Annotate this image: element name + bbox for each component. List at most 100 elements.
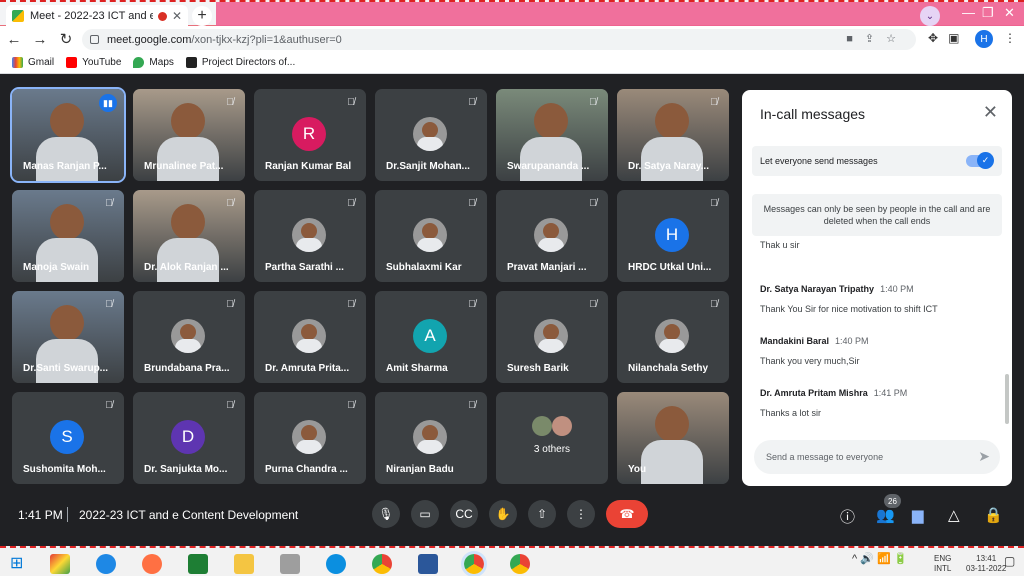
participant-tile[interactable]: A Amit Sharma 🎙̸ bbox=[375, 291, 487, 383]
participant-tile[interactable]: Mrunalinee Pat... 🎙̸ bbox=[133, 89, 245, 181]
chat-message: Mandakini Baral 1:40 PM Thank you very mu… bbox=[760, 331, 1000, 366]
chat-scrollbar[interactable] bbox=[1005, 374, 1009, 424]
participant-tile[interactable]: Swarupananda ... 🎙̸ bbox=[496, 89, 608, 181]
minimize-icon[interactable]: — bbox=[962, 5, 975, 20]
new-tab-button[interactable]: + bbox=[192, 6, 212, 26]
participant-name: Dr. Sanjukta Mo... bbox=[144, 464, 228, 475]
tab-search-icon[interactable]: ⌄ bbox=[920, 6, 940, 26]
participant-tile[interactable]: You bbox=[617, 392, 729, 484]
tray-icons[interactable]: ^ 🔊 📶 🔋 bbox=[852, 554, 907, 565]
camera-icon: ▭ bbox=[419, 507, 431, 521]
avatar bbox=[413, 218, 447, 252]
sidepanel-icon[interactable]: ▣ bbox=[948, 31, 969, 45]
edge-icon[interactable] bbox=[326, 554, 346, 574]
extensions-icon[interactable]: ✥ bbox=[928, 31, 948, 45]
hand-icon: ✋ bbox=[495, 507, 511, 521]
activities-icon[interactable]: △ bbox=[948, 506, 960, 524]
meeting-info-icon[interactable]: ⓘ bbox=[840, 506, 855, 527]
bookmark-gmail[interactable]: Gmail bbox=[12, 57, 54, 68]
close-window-icon[interactable]: ✕ bbox=[1004, 5, 1015, 21]
participant-tile[interactable]: Subhalaxmi Kar 🎙̸ bbox=[375, 190, 487, 282]
face-silhouette bbox=[171, 204, 205, 240]
share-icon[interactable]: ⇪ bbox=[865, 33, 886, 45]
participant-tile[interactable]: Dr.Sanjit Mohan... 🎙̸ bbox=[375, 89, 487, 181]
bookmark-label: Project Directors of... bbox=[201, 57, 296, 68]
notifications-icon[interactable]: ▢ bbox=[1004, 554, 1015, 568]
participant-tile[interactable]: Suresh Barik 🎙̸ bbox=[496, 291, 608, 383]
avatar bbox=[534, 319, 568, 353]
bookmark-star-icon[interactable]: ☆ bbox=[886, 33, 908, 45]
mic-button[interactable]: 🎙 bbox=[372, 500, 400, 528]
input-language[interactable]: ENG INTL bbox=[934, 554, 951, 574]
mic-off-icon: 🎙̸ bbox=[589, 197, 597, 209]
speaking-indicator-icon: ▮▮ bbox=[99, 94, 117, 112]
participant-tile[interactable]: Dr.Santi Swarup... 🎙̸ bbox=[12, 291, 124, 383]
more-options-button[interactable]: ⋮ bbox=[567, 500, 595, 528]
menu-icon[interactable]: ⋮ bbox=[1004, 31, 1016, 45]
maps-icon bbox=[133, 57, 145, 68]
participant-tile[interactable]: Brundabana Pra... 🎙̸ bbox=[133, 291, 245, 383]
excel-icon[interactable] bbox=[188, 554, 208, 574]
app-icon[interactable] bbox=[50, 554, 70, 574]
participant-tile[interactable]: Manas Ranjan P... ▮▮ bbox=[10, 87, 126, 183]
participant-tile[interactable]: Dr. Alok Ranjan ... 🎙̸ bbox=[133, 190, 245, 282]
participant-name: Manoja Swain bbox=[23, 262, 90, 273]
tab-close-icon[interactable]: ✕ bbox=[172, 9, 182, 23]
send-icon[interactable]: ➤ bbox=[978, 448, 990, 465]
chrome-active-icon[interactable] bbox=[461, 551, 487, 576]
chrome-icon[interactable] bbox=[510, 554, 530, 574]
participant-name: Nilanchala Sethy bbox=[628, 363, 709, 374]
url-path: /xon-tjkx-kzj?pli=1&authuser=0 bbox=[191, 33, 342, 46]
participant-tile[interactable]: 3 others bbox=[496, 392, 608, 484]
camera-button[interactable]: ▭ bbox=[411, 500, 439, 528]
bookmark-project-directors[interactable]: Project Directors of... bbox=[185, 57, 296, 68]
participant-tile[interactable]: Nilanchala Sethy 🎙̸ bbox=[617, 291, 729, 383]
participant-tile[interactable]: S Sushomita Moh... 🎙̸ bbox=[12, 392, 124, 484]
maximize-icon[interactable]: ❐ bbox=[982, 5, 994, 21]
word-icon[interactable] bbox=[418, 554, 438, 574]
participant-tile[interactable]: D Dr. Sanjukta Mo... 🎙̸ bbox=[133, 392, 245, 484]
participant-tile[interactable]: Purna Chandra ... 🎙̸ bbox=[254, 392, 366, 484]
raise-hand-button[interactable]: ✋ bbox=[489, 500, 517, 528]
back-icon[interactable]: ← bbox=[2, 31, 26, 48]
file-explorer-icon[interactable] bbox=[234, 554, 254, 574]
bookmark-youtube[interactable]: YouTube bbox=[66, 57, 121, 68]
participant-name: Subhalaxmi Kar bbox=[386, 262, 462, 273]
windows-start-icon[interactable]: ⊞ bbox=[10, 553, 23, 573]
avatar bbox=[552, 416, 572, 436]
participant-tile[interactable]: Pravat Manjari ... 🎙̸ bbox=[496, 190, 608, 282]
reload-icon[interactable]: ↻ bbox=[54, 30, 78, 48]
captions-button[interactable]: CC bbox=[450, 500, 478, 528]
tab-meet[interactable]: Meet - 2022-23 ICT and e Co ✕ bbox=[6, 5, 188, 27]
firefox-icon[interactable] bbox=[142, 554, 162, 574]
app-icon[interactable] bbox=[280, 554, 300, 574]
forward-icon[interactable]: → bbox=[28, 31, 52, 48]
close-chat-icon[interactable]: ✕ bbox=[983, 102, 998, 123]
present-button[interactable]: ⇧ bbox=[528, 500, 556, 528]
camera-icon[interactable]: ■ bbox=[846, 33, 865, 45]
participant-tile[interactable]: Manoja Swain 🎙̸ bbox=[12, 190, 124, 282]
chrome-icon[interactable] bbox=[372, 554, 392, 574]
leave-call-button[interactable]: ☎ bbox=[606, 500, 648, 528]
address-bar[interactable]: meet.google.com /xon-tjkx-kzj?pli=1&auth… bbox=[82, 29, 916, 50]
profile-avatar[interactable]: H bbox=[975, 30, 993, 48]
avatar bbox=[292, 420, 326, 454]
participant-tile[interactable]: Niranjan Badu 🎙̸ bbox=[375, 392, 487, 484]
system-clock[interactable]: 13:41 03-11-2022 bbox=[966, 554, 1006, 574]
body-silhouette bbox=[641, 137, 703, 181]
chat-icon[interactable]: ▆ bbox=[912, 506, 924, 524]
participant-tile[interactable]: H HRDC Utkal Uni... 🎙̸ bbox=[617, 190, 729, 282]
host-controls-icon[interactable]: 🔒 bbox=[984, 506, 1003, 524]
people-icon[interactable]: 👥 bbox=[876, 506, 895, 524]
message-input[interactable]: Send a message to everyone ➤ bbox=[754, 440, 1000, 474]
site-icon bbox=[185, 57, 197, 68]
participant-tile[interactable]: Dr. Amruta Prita... 🎙̸ bbox=[254, 291, 366, 383]
participant-tile[interactable]: R Ranjan Kumar Bal 🎙̸ bbox=[254, 89, 366, 181]
bookmark-maps[interactable]: Maps bbox=[133, 57, 174, 68]
send-permission-toggle[interactable]: ✓ bbox=[966, 152, 994, 169]
meeting-clock: 1:41 PM bbox=[18, 508, 63, 522]
participant-tile[interactable]: Partha Sarathi ... 🎙̸ bbox=[254, 190, 366, 282]
participant-tile[interactable]: Dr. Satya Naray... 🎙̸ bbox=[617, 89, 729, 181]
mic-off-icon: 🎙̸ bbox=[468, 96, 476, 108]
ie-icon[interactable] bbox=[96, 554, 116, 574]
